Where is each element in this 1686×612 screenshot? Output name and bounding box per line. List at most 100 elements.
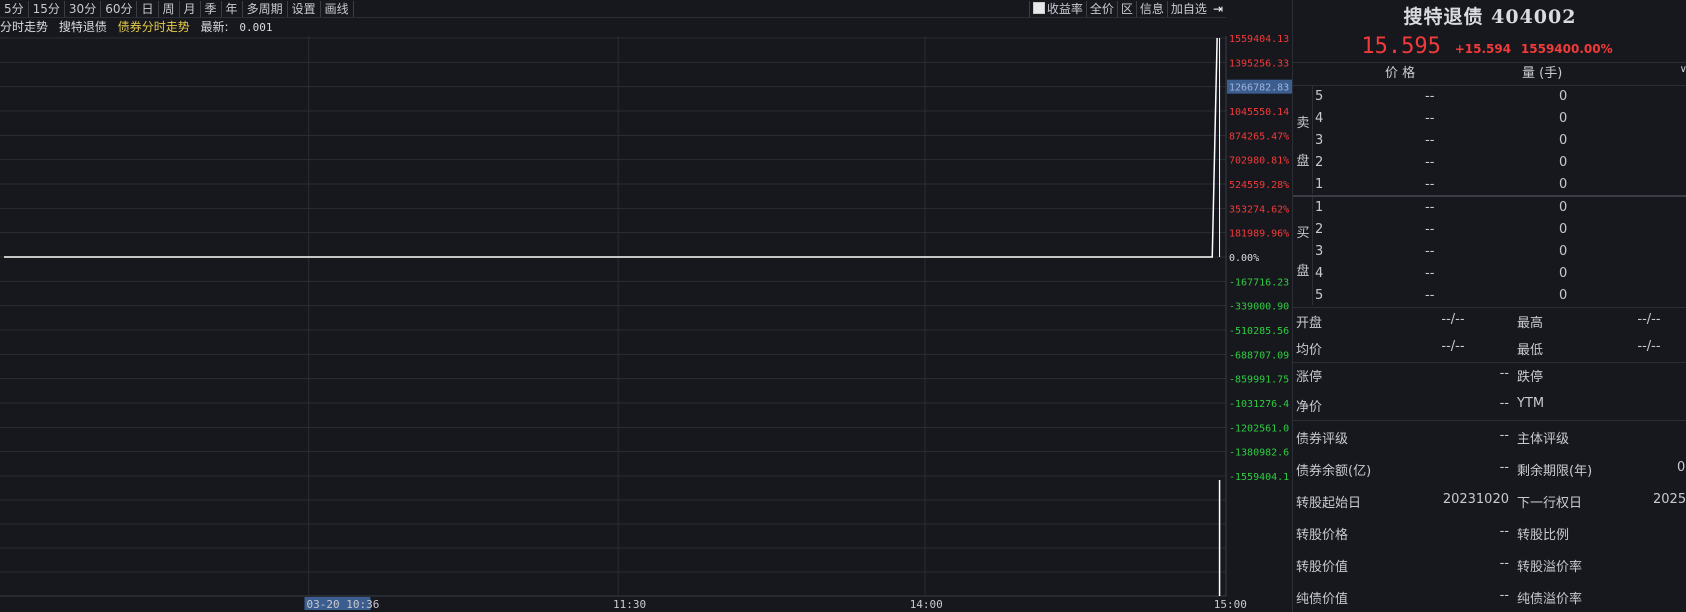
price: -- <box>1425 111 1435 126</box>
sell-row[interactable]: 2 -- 0 <box>1313 152 1686 174</box>
latest-value: 0.001 <box>239 21 273 34</box>
period-5m-button[interactable]: 5分 <box>0 0 29 17</box>
chart-info-bar: 分时走势 搜特退债 债券分时走势 最新: 0.001 <box>0 19 287 36</box>
volume: 0 <box>1559 288 1568 303</box>
period-quarter-button[interactable]: 季 <box>201 0 222 17</box>
issuer-rating-label: 主体评级 <box>1517 432 1570 447</box>
y-tick-label: -1202561.0 <box>1229 423 1289 434</box>
buy-row[interactable]: 2 -- 0 <box>1313 219 1686 241</box>
y-tick-label: -167716.23 <box>1229 277 1289 288</box>
y-tick-label: -1559404.1 <box>1229 472 1289 483</box>
price-change-pct: 1559400.00% <box>1520 42 1613 56</box>
y-tick-label: 181989.96% <box>1229 229 1289 240</box>
x-tick-label: 15:00 <box>1214 598 1247 611</box>
avg-label: 均价 <box>1296 343 1323 358</box>
sell-row[interactable]: 3 -- 0 <box>1313 130 1686 152</box>
buy-side-label-2: 盘 <box>1296 264 1310 279</box>
volume: 0 <box>1559 222 1568 237</box>
info-button[interactable]: 信息 <box>1135 0 1167 17</box>
next-put-label: 下一行权日 <box>1517 496 1583 511</box>
add-watchlist-button[interactable]: 加自选 <box>1166 0 1210 17</box>
toolbar-right: 收益率 全价 区 信息 加自选 ⇥ <box>1028 0 1226 17</box>
period-month-button[interactable]: 月 <box>180 0 201 17</box>
y-tick-label: 524559.28% <box>1229 180 1289 191</box>
sell-side-label-2: 盘 <box>1296 154 1310 169</box>
period-toolbar: 5分 15分 30分 60分 日 周 月 季 年 多周期 设置 画线 收益率 全… <box>0 0 1226 18</box>
net-price-value: -- <box>1499 396 1509 411</box>
security-title: 搜特退债 404002 <box>1403 6 1577 28</box>
price: -- <box>1425 200 1435 215</box>
bond-value-value: -- <box>1499 588 1509 603</box>
draw-line-button[interactable]: 画线 <box>321 0 354 17</box>
low-label: 最低 <box>1517 343 1544 358</box>
buy-row[interactable]: 4 -- 0 <box>1313 263 1686 285</box>
bond-premium-label: 纯债溢价率 <box>1517 592 1583 607</box>
y-tick-label: 702980.81% <box>1229 156 1289 167</box>
avg-value: --/-- <box>1441 339 1465 354</box>
chart-name-label: 债券分时走势 <box>117 20 190 34</box>
sell-row[interactable]: 5 -- 0 <box>1313 86 1686 108</box>
y-tick-label: -339000.90 <box>1229 302 1289 313</box>
period-15m-button[interactable]: 15分 <box>29 0 65 17</box>
volume: 0 <box>1559 177 1568 192</box>
bond-value-label: 纯债价值 <box>1296 592 1349 607</box>
price-line[interactable] <box>4 37 1218 258</box>
buy-row[interactable]: 5 -- 0 <box>1313 285 1686 307</box>
chevron-down-icon[interactable]: ∨ <box>1680 64 1686 75</box>
volume: 0 <box>1559 89 1568 104</box>
zone-button[interactable]: 区 <box>1116 0 1136 17</box>
y-tick-label: 0.00% <box>1229 253 1259 264</box>
x-tick-label: 11:30 <box>613 598 646 611</box>
multi-period-button[interactable]: 多周期 <box>243 0 288 17</box>
divider <box>1293 420 1686 421</box>
limit-up-label: 涨停 <box>1296 370 1323 385</box>
col-price: 价 格 <box>1385 66 1416 81</box>
period-30m-button[interactable]: 30分 <box>65 0 102 17</box>
remaining-term-label: 剩余期限(年) <box>1517 464 1593 479</box>
orderbook-header: 价 格 量 (手) <box>1293 64 1686 84</box>
exit-icon[interactable]: ⇥ <box>1210 2 1226 16</box>
volume: 0 <box>1559 266 1568 281</box>
settings-button[interactable]: 设置 <box>288 0 321 17</box>
ytm-label: YTM <box>1517 396 1545 411</box>
y-tick-label: 1395256.33 <box>1229 58 1289 69</box>
level: 5 <box>1315 89 1324 104</box>
period-week-button[interactable]: 周 <box>159 0 180 17</box>
net-price-label: 净价 <box>1296 400 1323 415</box>
level: 1 <box>1315 177 1324 192</box>
intraday-chart[interactable]: 1559404.13 1395256.33 1266782.83 1045550.14… <box>0 0 1292 612</box>
y-tick-label: -510285.56 <box>1229 326 1289 337</box>
yield-toggle[interactable]: 收益率 <box>1028 0 1086 17</box>
volume: 0 <box>1559 155 1568 170</box>
buy-row[interactable]: 1 -- 0 <box>1313 197 1686 219</box>
bond-balance-value: -- <box>1499 460 1509 475</box>
yield-label: 收益率 <box>1046 1 1083 16</box>
buy-side-label-1: 买 <box>1296 226 1310 241</box>
limit-up-value: -- <box>1499 366 1509 381</box>
conv-value-value: -- <box>1499 556 1509 571</box>
price: -- <box>1425 266 1435 281</box>
full-price-button[interactable]: 全价 <box>1085 0 1117 17</box>
price: -- <box>1425 244 1435 259</box>
period-day-button[interactable]: 日 <box>137 0 159 17</box>
level: 3 <box>1315 133 1324 148</box>
conv-price-value: -- <box>1499 524 1509 539</box>
volume: 0 <box>1559 133 1568 148</box>
sell-row[interactable]: 4 -- 0 <box>1313 108 1686 130</box>
sell-row[interactable]: 1 -- 0 <box>1313 174 1686 196</box>
level: 4 <box>1315 111 1324 126</box>
open-label: 开盘 <box>1296 316 1323 331</box>
period-year-button[interactable]: 年 <box>222 0 243 17</box>
checkbox-icon[interactable] <box>1032 1 1045 14</box>
level: 5 <box>1315 288 1324 303</box>
period-60m-button[interactable]: 60分 <box>101 0 138 17</box>
bond-rating-value: -- <box>1499 428 1509 443</box>
buy-row[interactable]: 3 -- 0 <box>1313 241 1686 263</box>
divider <box>1293 62 1686 63</box>
price-change: +15.594 <box>1454 42 1512 56</box>
low-value: --/-- <box>1637 339 1661 354</box>
bond-balance-label: 债券余额(亿) <box>1296 464 1372 479</box>
conv-start-value: 20231020 <box>1442 492 1509 507</box>
divider <box>1293 307 1686 308</box>
price: -- <box>1425 177 1435 192</box>
